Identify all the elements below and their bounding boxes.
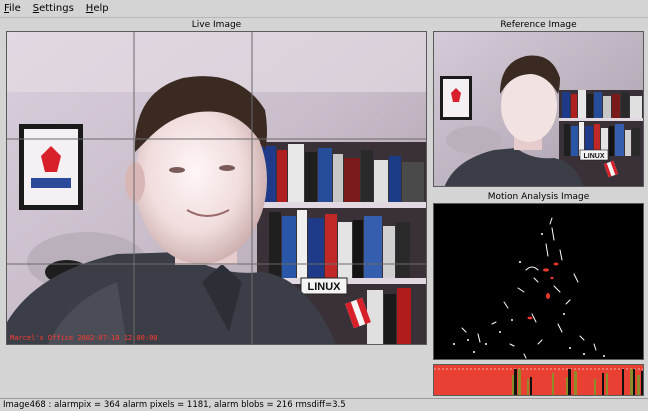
reference-camera-feed: LINUX [434, 32, 643, 186]
menu-bar: File Settings Help [0, 0, 648, 18]
linux-sign-label: LINUX [308, 281, 342, 293]
motion-analysis-image [433, 203, 644, 360]
live-image: LINUX Marcel's Office 2002-07-10 12:00:0… [6, 31, 427, 345]
reference-image: LINUX [433, 31, 644, 187]
live-image-title: Live Image [191, 20, 242, 30]
linux-sign: LINUX [300, 277, 348, 295]
menu-help-label: elp [93, 3, 109, 14]
motion-analysis-title: Motion Analysis Image [487, 192, 590, 202]
menu-file-label: ile [9, 3, 21, 14]
status-text: Image468 : alarmpix = 364 alarm pixels =… [3, 400, 346, 410]
motion-analysis-canvas [434, 204, 643, 359]
alarm-history-canvas [434, 365, 643, 395]
menu-settings-label: ettings [39, 3, 74, 14]
menu-help[interactable]: Help [86, 3, 109, 14]
reference-image-title: Reference Image [500, 20, 577, 30]
menu-settings[interactable]: Settings [33, 3, 74, 14]
wall-poster [19, 124, 83, 210]
alarm-history-graph [433, 364, 644, 396]
live-camera-feed: LINUX [7, 32, 426, 344]
menu-file[interactable]: File [4, 3, 21, 14]
timestamp-overlay: Marcel's Office 2002-07-10 12:00:00 [10, 334, 158, 342]
reference-linux-sign-label: LINUX [584, 153, 605, 160]
status-bar: Image468 : alarmpix = 364 alarm pixels =… [0, 398, 648, 411]
